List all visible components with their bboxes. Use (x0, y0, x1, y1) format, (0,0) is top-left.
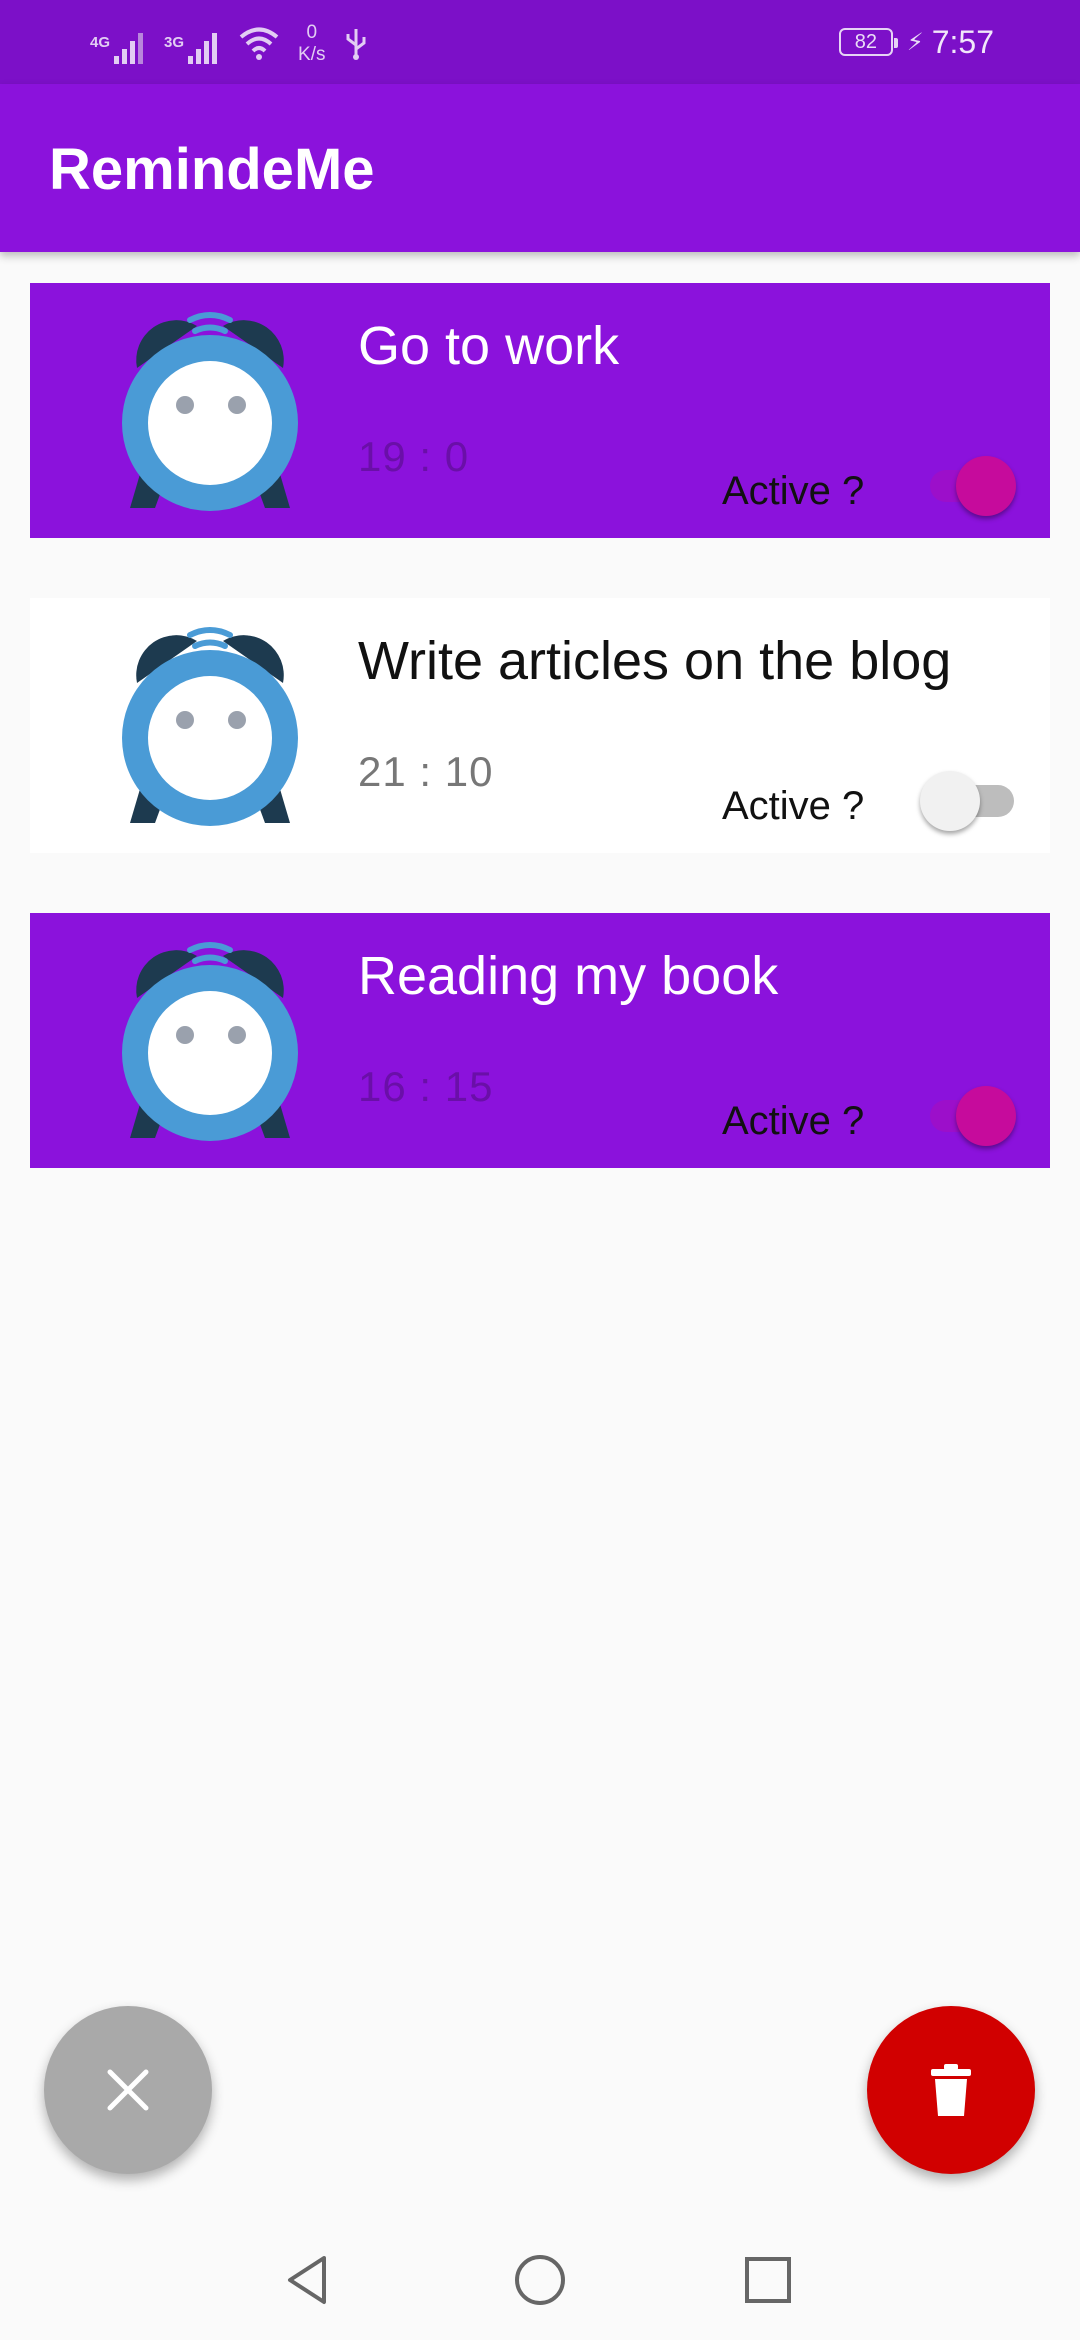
active-label: Active ? (722, 784, 865, 828)
signal-group-1: 4G (90, 30, 146, 66)
reminder-card[interactable]: Reading my book 16 : 15 Active ? (30, 913, 1050, 1168)
usb-icon (343, 25, 369, 66)
alarm-clock-icon (122, 627, 298, 826)
reminder-time: 19 : 0 (358, 433, 470, 480)
reminder-title: Write articles on the blog (358, 631, 952, 691)
network-label-2: 3G (164, 34, 185, 51)
charging-icon: ⚡ (906, 28, 924, 56)
active-switch[interactable] (920, 768, 1016, 832)
screen: 4G 3G 0 K/s 82 ⚡ 7:57 RemindeMe Go to wo… (0, 0, 1080, 2340)
network-label-1: 4G (90, 34, 111, 51)
network-speed: 0 K/s (298, 22, 325, 66)
switch-thumb (956, 456, 1016, 516)
reminder-title: Go to work (358, 316, 620, 376)
reminder-time: 16 : 15 (358, 1063, 494, 1110)
switch-thumb (956, 1086, 1016, 1146)
close-icon (107, 2069, 149, 2111)
app-title: RemindeMe (49, 137, 375, 202)
signal-icon (112, 30, 146, 66)
signal-icon (186, 30, 220, 66)
reminder-time: 21 : 10 (358, 748, 494, 795)
switch-thumb (920, 771, 980, 831)
alarm-clock-icon (122, 942, 298, 1141)
navigation-bar (0, 2220, 1080, 2340)
speed-unit: K/s (298, 44, 326, 65)
reminder-title: Reading my book (358, 946, 779, 1006)
status-bar: 4G 3G 0 K/s 82 ⚡ 7:57 (0, 0, 1080, 84)
close-fab-button[interactable] (44, 2006, 212, 2174)
back-icon[interactable] (278, 2250, 338, 2310)
speed-value: 0 (306, 22, 318, 43)
status-time: 7:57 (931, 23, 994, 60)
wifi-icon (238, 25, 280, 66)
home-icon[interactable] (510, 2250, 570, 2310)
active-switch[interactable] (920, 1083, 1016, 1147)
signal-group-2: 3G (164, 30, 220, 66)
status-left: 4G 3G 0 K/s (90, 18, 369, 66)
active-label: Active ? (722, 469, 865, 513)
battery-level: 82 (854, 31, 877, 53)
reminder-card[interactable]: Go to work 19 : 0 Active ? (30, 283, 1050, 538)
trash-icon (931, 2064, 971, 2116)
battery-icon: 82 (838, 28, 898, 56)
status-right: 82 ⚡ 7:57 (838, 22, 994, 62)
active-label: Active ? (722, 1099, 865, 1143)
active-switch[interactable] (920, 453, 1016, 517)
recent-apps-icon[interactable] (738, 2250, 798, 2310)
reminder-card[interactable]: Write articles on the blog 21 : 10 Activ… (30, 598, 1050, 853)
app-bar: RemindeMe (0, 84, 1080, 252)
delete-fab-button[interactable] (867, 2006, 1035, 2174)
alarm-clock-icon (122, 312, 298, 511)
